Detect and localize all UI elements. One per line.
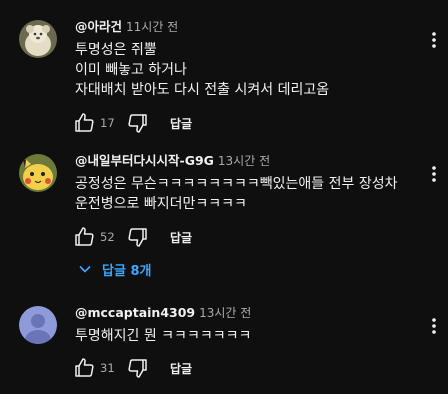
like-count: 31 [100,361,115,375]
comment-time[interactable]: 13시간 전 [218,154,270,168]
comment-line: 이미 빼놓고 하거나 [75,62,187,78]
comment-header: @내일부터다시시작-G9G 13시간 전 [75,153,270,169]
reply-button[interactable]: 답글 [170,115,192,132]
like-count: 52 [100,230,115,244]
thumb-up-icon[interactable] [72,356,96,380]
comment-line: 운전병으로 빠지더만ㅋㅋㅋㅋ [75,196,247,212]
comment-line: 자대배치 받아도 다시 전출 시켜서 데리고옴 [75,82,330,98]
more-vert-icon[interactable] [427,30,441,50]
comment-author[interactable]: @내일부터다시시작-G9G [75,153,214,168]
thumb-up-icon[interactable] [72,111,96,135]
thumb-down-icon[interactable] [126,225,150,249]
more-vert-icon[interactable] [427,164,441,184]
comment-time[interactable]: 13시간 전 [199,306,251,320]
chevron-down-icon [79,265,91,273]
comment-header: @mccaptain4309 13시간 전 [75,305,251,321]
comment-header: @아라건 11시간 전 [75,19,178,35]
comment-line: 투명해지긴 뭔 ㅋㅋㅋㅋㅋㅋㅋ [75,328,252,344]
comment-author[interactable]: @mccaptain4309 [75,305,195,320]
avatar[interactable] [19,306,57,344]
reply-button[interactable]: 답글 [170,360,192,377]
avatar[interactable] [19,20,57,58]
view-replies-button[interactable]: 답글 8개 [78,259,151,279]
like-count: 17 [100,116,115,130]
comment-text: 공정성은 무슨ㅋㅋㅋㅋㅋㅋㅋㅋ빽있는애들 전부 장성차 운전병으로 빠지더만ㅋㅋ… [75,174,397,214]
thumb-down-icon[interactable] [126,356,150,380]
reply-button[interactable]: 답글 [170,229,192,246]
comment-time[interactable]: 11시간 전 [126,20,178,34]
comment-text: 투명성은 쥐뿔 이미 빼놓고 하거나 자대배치 받아도 다시 전출 시켜서 데리… [75,40,329,100]
comment-line: 공정성은 무슨ㅋㅋㅋㅋㅋㅋㅋㅋ빽있는애들 전부 장성차 [75,176,398,192]
replies-count-label: 답글 8개 [102,263,152,279]
comment-author[interactable]: @아라건 [75,19,122,34]
comment-actions: 31 답글 [72,356,192,380]
comment-actions: 17 답글 [72,111,192,135]
comment-actions: 52 답글 [72,225,192,249]
thumb-up-icon[interactable] [72,225,96,249]
avatar[interactable] [19,154,57,192]
comment-line: 투명성은 쥐뿔 [75,42,157,58]
comment-text: 투명해지긴 뭔 ㅋㅋㅋㅋㅋㅋㅋ [75,326,251,346]
comments-section: @아라건 11시간 전 투명성은 쥐뿔 이미 빼놓고 하거나 자대배치 받아도 다… [0,0,448,394]
thumb-down-icon[interactable] [126,111,150,135]
more-vert-icon[interactable] [427,316,441,336]
